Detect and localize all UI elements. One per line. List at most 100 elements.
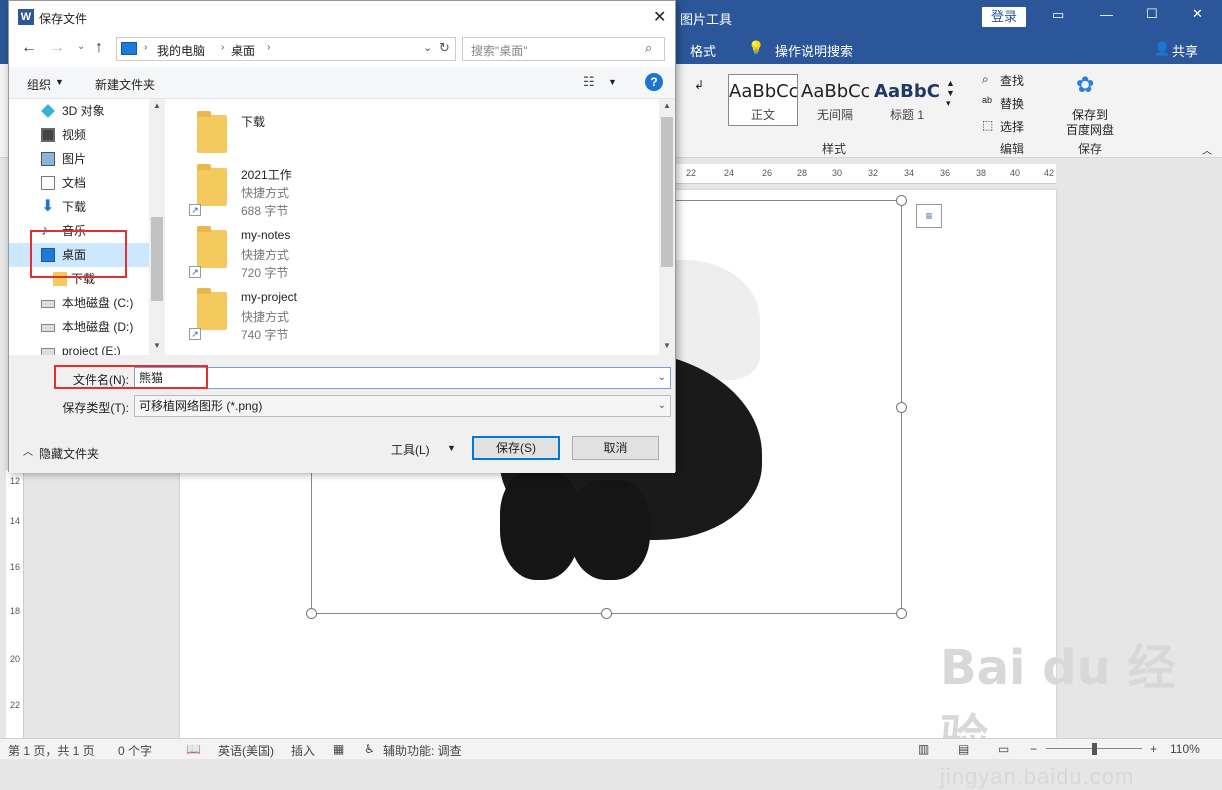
breadcrumb-desktop[interactable]: 桌面 — [231, 42, 255, 59]
close-window-icon[interactable]: ✕ — [1192, 6, 1203, 22]
collapse-ribbon-icon[interactable]: ︿ — [1202, 142, 1212, 157]
vertical-ruler: 12 14 16 18 20 22 — [6, 470, 24, 740]
nav-item-drive-e[interactable]: project (E:) — [9, 339, 149, 355]
ruler-tick: 34 — [904, 168, 915, 178]
hide-folders-toggle[interactable]: 隐藏文件夹 — [39, 445, 99, 462]
chevron-down-icon[interactable]: ▼ — [608, 77, 617, 87]
tell-me-search[interactable]: 操作说明搜索 — [775, 41, 853, 60]
macro-icon[interactable]: ▦ — [333, 742, 344, 756]
status-insert[interactable]: 插入 — [291, 742, 315, 759]
zoom-in-icon[interactable]: + — [1150, 742, 1157, 756]
resize-handle[interactable] — [306, 608, 317, 619]
style-normal[interactable]: AaBbCcI 正文 — [728, 74, 798, 126]
filetype-select[interactable]: 可移植网络图形 (*.png) ⌄ — [134, 395, 671, 417]
resize-handle[interactable] — [896, 195, 907, 206]
replace-button[interactable]: 替换 — [1000, 95, 1024, 112]
ribbon-display-icon[interactable]: ▭ — [1052, 7, 1064, 23]
file-list-scrollbar[interactable]: ▲ ▼ — [659, 99, 675, 355]
status-words[interactable]: 0 个字 — [118, 742, 152, 759]
tools-button[interactable]: 工具(L) — [391, 441, 430, 458]
proofing-icon[interactable]: 📖 — [186, 742, 201, 756]
find-button[interactable]: 查找 — [1000, 72, 1024, 89]
dialog-close-icon[interactable]: ✕ — [653, 7, 666, 27]
save-button[interactable]: 保存(S) — [472, 436, 560, 460]
file-list-scrollbar-thumb[interactable] — [661, 117, 673, 267]
list-item[interactable]: ↗ my-notes 快捷方式 720 字节 — [167, 226, 647, 286]
scroll-down-icon[interactable]: ▼ — [663, 341, 671, 350]
filename-input[interactable]: 熊猫 ⌄ — [134, 367, 671, 389]
nav-item-documents[interactable]: 文档 — [9, 171, 149, 195]
breadcrumb-my-computer[interactable]: 我的电脑 — [157, 42, 205, 59]
zoom-out-icon[interactable]: − — [1030, 742, 1037, 756]
breadcrumb-separator-icon: › — [144, 42, 148, 53]
nav-item-label: 下载 — [62, 200, 87, 214]
file-type: 快捷方式 — [241, 186, 290, 200]
breadcrumb-separator-icon: › — [267, 42, 271, 53]
back-icon[interactable]: ← — [21, 39, 37, 57]
chevron-down-icon[interactable]: ⌄ — [658, 368, 666, 388]
organize-button[interactable]: 组织 — [27, 76, 51, 93]
style-no-spacing[interactable]: AaBbCcI 无间隔 — [800, 74, 870, 126]
shortcut-arrow-icon: ↗ — [189, 328, 201, 340]
login-button[interactable]: 登录 — [982, 7, 1026, 27]
web-layout-icon[interactable]: ▭ — [998, 742, 1009, 756]
find-icon: ⌕ — [982, 72, 989, 86]
help-icon[interactable]: ? — [645, 73, 663, 91]
print-layout-icon[interactable]: ▤ — [958, 742, 969, 756]
forward-icon[interactable]: → — [49, 39, 65, 57]
refresh-icon[interactable]: ↻ — [439, 40, 450, 56]
chevron-down-icon[interactable]: ⌄ — [658, 396, 666, 416]
nav-item-videos[interactable]: 视频 — [9, 123, 149, 147]
status-language[interactable]: 英语(美国) — [218, 742, 274, 759]
new-folder-button[interactable]: 新建文件夹 — [95, 76, 155, 93]
view-options-icon[interactable]: ☷ — [583, 74, 595, 90]
baidu-save-line2[interactable]: 百度网盘 — [1066, 121, 1114, 138]
file-type: 快捷方式 — [241, 248, 290, 262]
scroll-down-icon[interactable]: ▼ — [153, 341, 161, 350]
nav-item-3d-objects[interactable]: 3D 对象 — [9, 99, 149, 123]
styles-scroll-icon[interactable]: ▲ ▼ ▾ — [946, 78, 955, 109]
address-bar[interactable]: › 我的电脑 › 桌面 › ⌄ ↻ — [116, 37, 456, 61]
maximize-icon[interactable]: ☐ — [1146, 6, 1158, 22]
baidu-netdisk-icon: ✿ — [1076, 72, 1095, 97]
nav-item-downloads[interactable]: ⬇ 下载 — [9, 195, 149, 219]
resize-handle[interactable] — [896, 608, 907, 619]
file-size: 688 字节 — [241, 204, 289, 218]
share-button[interactable]: 共享 — [1172, 41, 1198, 60]
status-page[interactable]: 第 1 页，共 1 页 — [8, 742, 95, 759]
tab-format[interactable]: 格式 — [690, 41, 716, 60]
video-icon — [41, 128, 55, 142]
chevron-up-icon[interactable]: ︿ — [23, 443, 33, 458]
up-folder-icon[interactable]: ↑ — [95, 39, 103, 57]
address-dropdown-icon[interactable]: ⌄ — [423, 41, 432, 54]
cancel-button[interactable]: 取消 — [572, 436, 659, 460]
resize-handle[interactable] — [601, 608, 612, 619]
scroll-up-icon[interactable]: ▲ — [153, 101, 161, 110]
list-item[interactable]: ↗ my-project 快捷方式 740 字节 — [167, 288, 647, 348]
list-item[interactable]: ↗ 2021工作 快捷方式 688 字节 — [167, 164, 647, 224]
minimize-icon[interactable]: — — [1100, 7, 1113, 22]
scroll-up-icon[interactable]: ▲ — [663, 101, 671, 110]
dialog-title: 保存文件 — [39, 12, 88, 26]
resize-handle[interactable] — [896, 402, 907, 413]
layout-options-icon[interactable]: ≡ — [916, 204, 942, 228]
nav-scrollbar-thumb[interactable] — [151, 217, 163, 301]
file-name: 2021工作 — [241, 168, 292, 182]
search-input[interactable]: 搜索"桌面" ⌕ — [462, 37, 665, 61]
nav-item-pictures[interactable]: 图片 — [9, 147, 149, 171]
zoom-slider-thumb[interactable] — [1092, 743, 1097, 755]
nav-item-label: 图片 — [62, 152, 87, 166]
nav-item-drive-d[interactable]: 本地磁盘 (D:) — [9, 315, 149, 339]
select-button[interactable]: 选择 — [1000, 118, 1024, 135]
nav-scrollbar[interactable]: ▲ ▼ — [149, 99, 165, 355]
recent-locations-icon[interactable]: ⌄ — [77, 41, 85, 52]
list-item[interactable]: 下载 — [167, 111, 647, 171]
nav-item-drive-c[interactable]: 本地磁盘 (C:) — [9, 291, 149, 315]
paragraph-mark-icon[interactable]: ↲ — [694, 78, 704, 92]
chevron-down-icon[interactable]: ▼ — [447, 443, 456, 453]
status-accessibility[interactable]: 辅助功能: 调查 — [383, 742, 462, 759]
read-mode-icon[interactable]: ▥ — [918, 742, 929, 756]
select-icon: ⬚ — [982, 118, 994, 132]
style-heading-1[interactable]: AaBbC 标题 1 — [872, 74, 942, 126]
status-zoom[interactable]: 110% — [1170, 742, 1200, 756]
